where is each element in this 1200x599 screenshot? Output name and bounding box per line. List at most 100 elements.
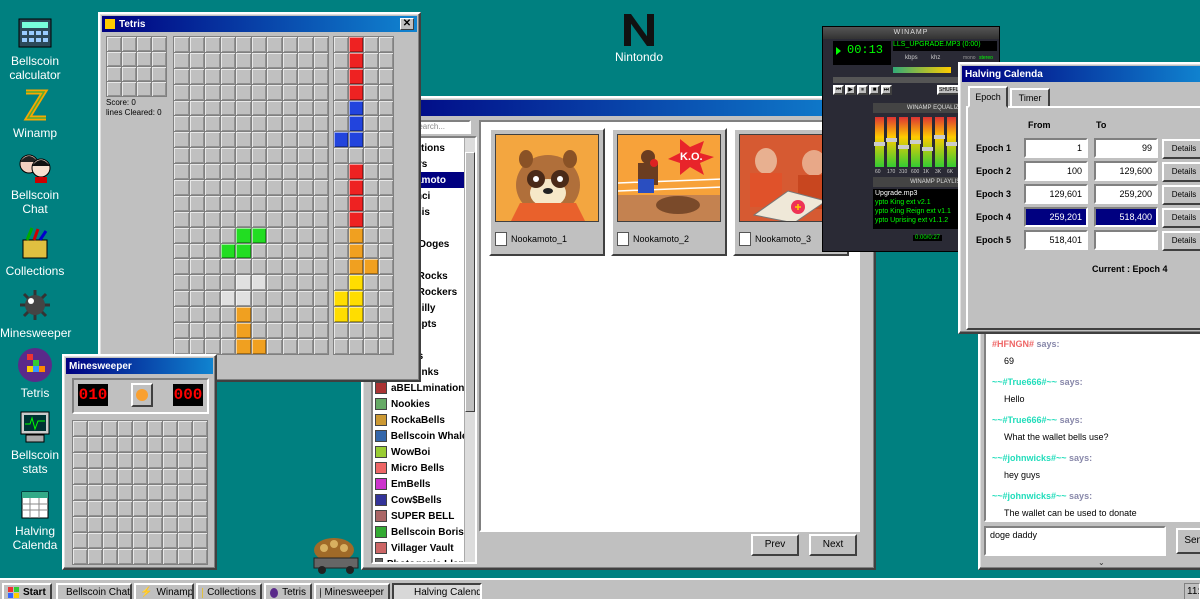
send-button[interactable]: Send <box>1176 528 1200 554</box>
collections-scrollbar[interactable] <box>464 138 475 562</box>
desktop-icon-calculator[interactable]: Bellscoin calculator <box>0 14 70 82</box>
epoch-from-field[interactable]: 259,201 <box>1024 207 1088 227</box>
nft-card[interactable]: Nookamoto_1 <box>489 128 605 256</box>
mine-cell[interactable] <box>148 437 162 452</box>
mine-cell[interactable] <box>193 533 207 548</box>
collection-list-item[interactable]: SUPER BELL <box>375 508 473 524</box>
mine-cell[interactable] <box>178 533 192 548</box>
mine-cell[interactable] <box>88 421 102 436</box>
collection-list-item[interactable]: Photogenic Llama <box>375 556 473 562</box>
mine-cell[interactable] <box>73 501 87 516</box>
next-track-icon[interactable]: ⏭ <box>881 85 892 95</box>
desktop-icon-halving[interactable]: Halving Calenda <box>0 484 70 552</box>
mine-cell[interactable] <box>193 501 207 516</box>
stop-icon[interactable]: ■ <box>869 85 880 95</box>
tab-epoch[interactable]: Epoch <box>968 86 1008 108</box>
mine-cell[interactable] <box>148 421 162 436</box>
mine-cell[interactable] <box>178 453 192 468</box>
eq-slider-knob[interactable] <box>874 142 885 147</box>
details-button[interactable]: Details <box>1162 139 1200 159</box>
mine-cell[interactable] <box>163 437 177 452</box>
mine-cell[interactable] <box>193 469 207 484</box>
collection-list-item[interactable]: WowBoi <box>375 444 473 460</box>
mine-cell[interactable] <box>133 517 147 532</box>
mine-cell[interactable] <box>118 549 132 564</box>
mine-cell[interactable] <box>73 453 87 468</box>
smiley-button[interactable] <box>131 383 153 407</box>
mine-cell[interactable] <box>163 549 177 564</box>
mine-cell[interactable] <box>163 533 177 548</box>
collections-titlebar[interactable]: ✕ <box>365 100 872 116</box>
prev-button[interactable]: Prev <box>751 534 799 556</box>
mine-cell[interactable] <box>163 421 177 436</box>
eq-slider[interactable] <box>922 117 933 167</box>
eq-slider[interactable] <box>886 117 897 167</box>
play-icon[interactable]: ▶ <box>845 85 856 95</box>
prev-track-icon[interactable]: ⏮ <box>833 85 844 95</box>
mine-cell[interactable] <box>118 469 132 484</box>
nft-card[interactable]: K.O. Nookamoto_2 <box>611 128 727 256</box>
desktop-icon-minesweeper[interactable]: Minesweeper <box>0 286 71 340</box>
collection-list-item[interactable]: Bellscoin Whales <box>375 428 473 444</box>
mine-cell[interactable] <box>178 517 192 532</box>
mine-cell[interactable] <box>88 517 102 532</box>
mine-cell[interactable] <box>118 485 132 500</box>
collection-list-item[interactable]: Bellscoin Boris <box>375 524 473 540</box>
mine-cell[interactable] <box>118 437 132 452</box>
mine-cell[interactable] <box>73 549 87 564</box>
mine-cell[interactable] <box>73 437 87 452</box>
mine-cell[interactable] <box>133 533 147 548</box>
mine-cell[interactable] <box>88 469 102 484</box>
collection-list-item[interactable]: aBELLminations <box>375 380 473 396</box>
details-button[interactable]: Details <box>1162 231 1200 251</box>
epoch-from-field[interactable]: 129,601 <box>1024 184 1088 204</box>
mine-cell[interactable] <box>88 549 102 564</box>
epoch-from-field[interactable]: 1 <box>1024 138 1088 158</box>
eq-slider-knob[interactable] <box>934 135 945 140</box>
collection-list-item[interactable]: EmBells <box>375 476 473 492</box>
tetris-titlebar[interactable]: Tetris ✕ <box>102 16 417 32</box>
mine-cell[interactable] <box>73 421 87 436</box>
mine-cell[interactable] <box>193 549 207 564</box>
mine-cell[interactable] <box>193 517 207 532</box>
chevron-down-icon[interactable]: ⌄ <box>1098 558 1105 567</box>
minesweeper-grid[interactable] <box>72 420 208 565</box>
eq-slider[interactable] <box>898 117 909 167</box>
eq-slider-knob[interactable] <box>922 146 933 151</box>
eq-slider-knob[interactable] <box>946 142 957 147</box>
epoch-to-field[interactable]: 259,200 <box>1094 184 1158 204</box>
collection-list-item[interactable]: RockaBells <box>375 412 473 428</box>
details-button[interactable]: Details <box>1162 208 1200 228</box>
mine-cell[interactable] <box>118 421 132 436</box>
epoch-from-field[interactable]: 100 <box>1024 161 1088 181</box>
mine-cell[interactable] <box>88 453 102 468</box>
desktop-icon-chat[interactable]: Bellscoin Chat <box>0 148 70 216</box>
mine-cell[interactable] <box>178 421 192 436</box>
desktop-icon-stats[interactable]: Bellscoin stats <box>0 408 70 476</box>
mine-cell[interactable] <box>193 453 207 468</box>
task-minesweeper[interactable]: Minesweeper <box>314 583 390 599</box>
halving-titlebar[interactable]: Halving Calenda <box>962 66 1200 82</box>
epoch-from-field[interactable]: 518,401 <box>1024 230 1088 250</box>
pause-icon[interactable]: ⏸ <box>857 85 868 95</box>
minesweeper-titlebar[interactable]: Minesweeper <box>66 358 213 374</box>
collection-list-item[interactable]: Nookies <box>375 396 473 412</box>
mine-cell[interactable] <box>133 469 147 484</box>
mine-cell[interactable] <box>118 533 132 548</box>
mine-cell[interactable] <box>88 437 102 452</box>
task-halving[interactable]: Halving Calenda <box>392 583 482 599</box>
mine-cell[interactable] <box>193 485 207 500</box>
collection-list-item[interactable]: Villager Vault <box>375 540 473 556</box>
mine-cell[interactable] <box>133 453 147 468</box>
eq-slider[interactable] <box>946 117 957 167</box>
mine-cell[interactable] <box>163 453 177 468</box>
mine-cell[interactable] <box>133 437 147 452</box>
mine-cell[interactable] <box>178 437 192 452</box>
mine-cell[interactable] <box>133 421 147 436</box>
next-button[interactable]: Next <box>809 534 857 556</box>
mine-cell[interactable] <box>103 517 117 532</box>
mine-cell[interactable] <box>178 485 192 500</box>
details-button[interactable]: Details <box>1162 185 1200 205</box>
mine-cell[interactable] <box>163 469 177 484</box>
mine-cell[interactable] <box>103 437 117 452</box>
